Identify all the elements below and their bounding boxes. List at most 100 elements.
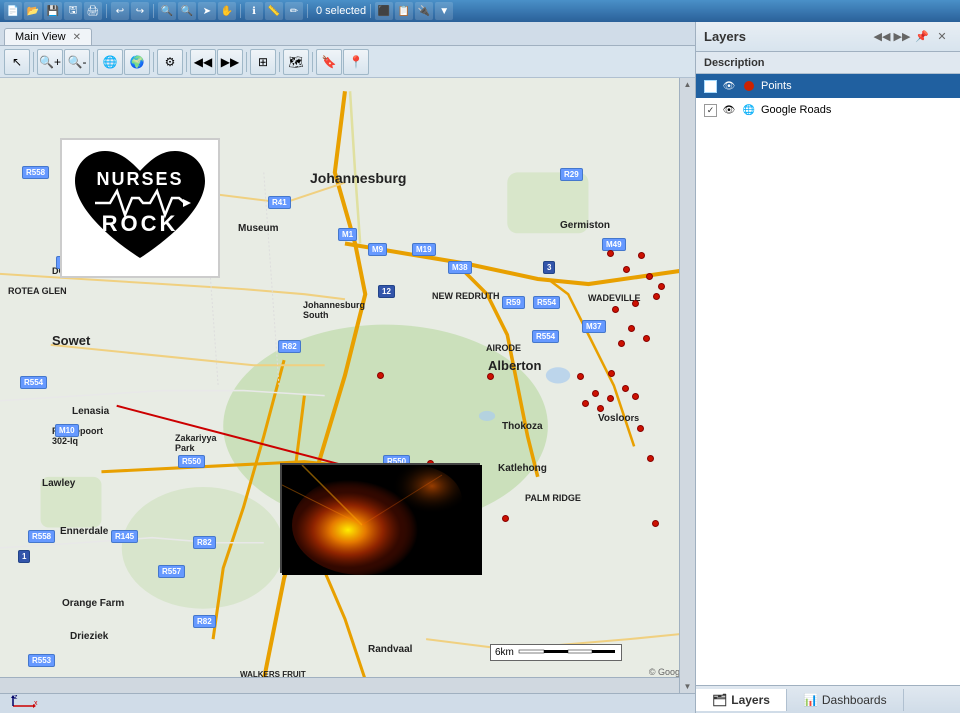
new-project-icon[interactable]: 📄 [4,2,22,20]
road-r82-3: R82 [193,615,216,628]
layer-check-points[interactable] [704,80,717,93]
table-icon[interactable]: 📋 [395,2,413,20]
arrow-tool[interactable]: ↖ [4,49,30,75]
tool-sep2 [93,52,94,72]
road-n3: 3 [543,261,555,274]
point-marker-20 [577,373,584,380]
forward-tool[interactable]: ▶▶ [217,49,243,75]
bookmark-tool[interactable]: 🔖 [316,49,342,75]
point-marker-6 [632,300,639,307]
road-r558-2: R558 [28,530,55,543]
road-r558-1: R558 [22,166,49,179]
map-type-indicator: 🌐 [743,105,755,116]
main-content: Main View ✕ ↖ 🔍+ 🔍- 🌐 🌍 ⚙ ◀◀ ▶▶ ⊞ 🗺 🔖 📍 [0,22,960,713]
tab-layers[interactable]: 🗂 Layers [696,689,787,711]
map-panel: Main View ✕ ↖ 🔍+ 🔍- 🌐 🌍 ⚙ ◀◀ ▶▶ ⊞ 🗺 🔖 📍 [0,22,695,713]
zoom-in-tool[interactable]: 🔍+ [37,49,63,75]
point-marker-26 [607,250,614,257]
map-style-tool[interactable]: 🗺 [283,49,309,75]
road-r554-2: R554 [532,330,559,343]
zoom-in-icon[interactable]: 🔍 [158,2,176,20]
digitize-icon[interactable]: ✏ [285,2,303,20]
road-r29: R29 [560,168,583,181]
layers-pin-btn[interactable]: 📌 [912,27,932,47]
svg-text:x: x [34,700,38,707]
tab-close-icon[interactable]: ✕ [73,32,81,43]
point-marker-13 [592,390,599,397]
plugin-icon[interactable]: 🔌 [415,2,433,20]
zoom-out-icon[interactable]: 🔍 [178,2,196,20]
open-project-icon[interactable]: 📂 [24,2,42,20]
point-marker-16 [582,400,589,407]
layer-check-google-roads[interactable] [704,104,717,117]
nurses-logo-svg: NURSES ROCK [65,143,215,273]
settings-tool[interactable]: ⚙ [157,49,183,75]
layers-back-btn[interactable]: ◀◀ [872,27,892,47]
map-toolbar: ↖ 🔍+ 🔍- 🌐 🌍 ⚙ ◀◀ ▶▶ ⊞ 🗺 🔖 📍 [0,46,695,78]
point-marker-10 [618,340,625,347]
zoom-out-tool[interactable]: 🔍- [64,49,90,75]
svg-text:NURSES: NURSES [96,169,183,189]
road-r554-3: R554 [20,376,47,389]
globe2-tool[interactable]: 🌍 [124,49,150,75]
undo-icon[interactable]: ↩ [111,2,129,20]
window-icon[interactable]: ⬛ [375,2,393,20]
redo-icon[interactable]: ↪ [131,2,149,20]
map-canvas: Johannesburg Germiston Sowet Alberton Le… [0,78,695,693]
pin-tool[interactable]: 📍 [343,49,369,75]
road-r41: R41 [268,196,291,209]
road-m38: M38 [448,261,472,274]
dropdown-icon[interactable]: ▼ [435,2,453,20]
point-marker-18 [637,425,644,432]
layer-type-icon-google-roads: 🌐 [741,102,757,118]
point-marker-14 [607,395,614,402]
globe-tool[interactable]: 🌐 [97,49,123,75]
map-area[interactable]: Johannesburg Germiston Sowet Alberton Le… [0,78,695,693]
point-marker-15 [632,393,639,400]
layers-title: Layers [704,29,872,44]
point-marker-12 [622,385,629,392]
layer-visible-points[interactable]: 👁 [721,78,737,94]
layer-item-google-roads[interactable]: 👁 🌐 Google Roads [696,98,960,122]
layers-list[interactable]: 👁 Points 👁 🌐 Google Roads [696,74,960,685]
point-marker-23 [377,372,384,379]
sep5 [370,4,371,18]
solar-svg [282,465,482,575]
svg-text:ROCK: ROCK [102,211,179,236]
map-scrollbar-vertical[interactable]: ▲ ▼ [679,78,695,693]
tab-dashboards[interactable]: 📊 Dashboards [787,689,904,711]
map-scrollbar-horizontal[interactable] [0,677,679,693]
sep4 [307,4,308,18]
tool-sep4 [186,52,187,72]
save-project-icon[interactable]: 💾 [44,2,62,20]
main-view-tab[interactable]: Main View ✕ [4,28,92,45]
pan-icon[interactable]: ✋ [218,2,236,20]
point-marker-3 [646,273,653,280]
layer-visible-google-roads[interactable]: 👁 [721,102,737,118]
coord-axes-icon: x z [8,694,38,710]
layers-forward-btn[interactable]: ▶▶ [892,27,912,47]
road-m19: M19 [412,243,436,256]
tool-sep3 [153,52,154,72]
layers-panel: Layers ◀◀ ▶▶ 📌 ✕ Description 👁 Points [695,22,960,713]
svg-text:z: z [14,694,18,701]
save-as-icon[interactable]: 🖫 [64,2,82,20]
sep1 [106,4,107,18]
point-marker-17 [597,405,604,412]
point-marker-7 [612,306,619,313]
grid-tool[interactable]: ⊞ [250,49,276,75]
point-marker-1 [638,252,645,259]
layers-panel-header: Layers ◀◀ ▶▶ 📌 ✕ [696,22,960,52]
print-icon[interactable]: 🖨 [84,2,102,20]
back-tool[interactable]: ◀◀ [190,49,216,75]
sep3 [240,4,241,18]
identify-icon[interactable]: ℹ [245,2,263,20]
layers-close-btn[interactable]: ✕ [932,27,952,47]
select-icon[interactable]: ➤ [198,2,216,20]
point-marker-8 [628,325,635,332]
layer-item-points[interactable]: 👁 Points [696,74,960,98]
measure-icon[interactable]: 📏 [265,2,283,20]
road-r59-1: R59 [502,296,525,309]
road-r550-1: R550 [178,455,205,468]
nurses-rock-logo: NURSES ROCK [60,138,220,278]
